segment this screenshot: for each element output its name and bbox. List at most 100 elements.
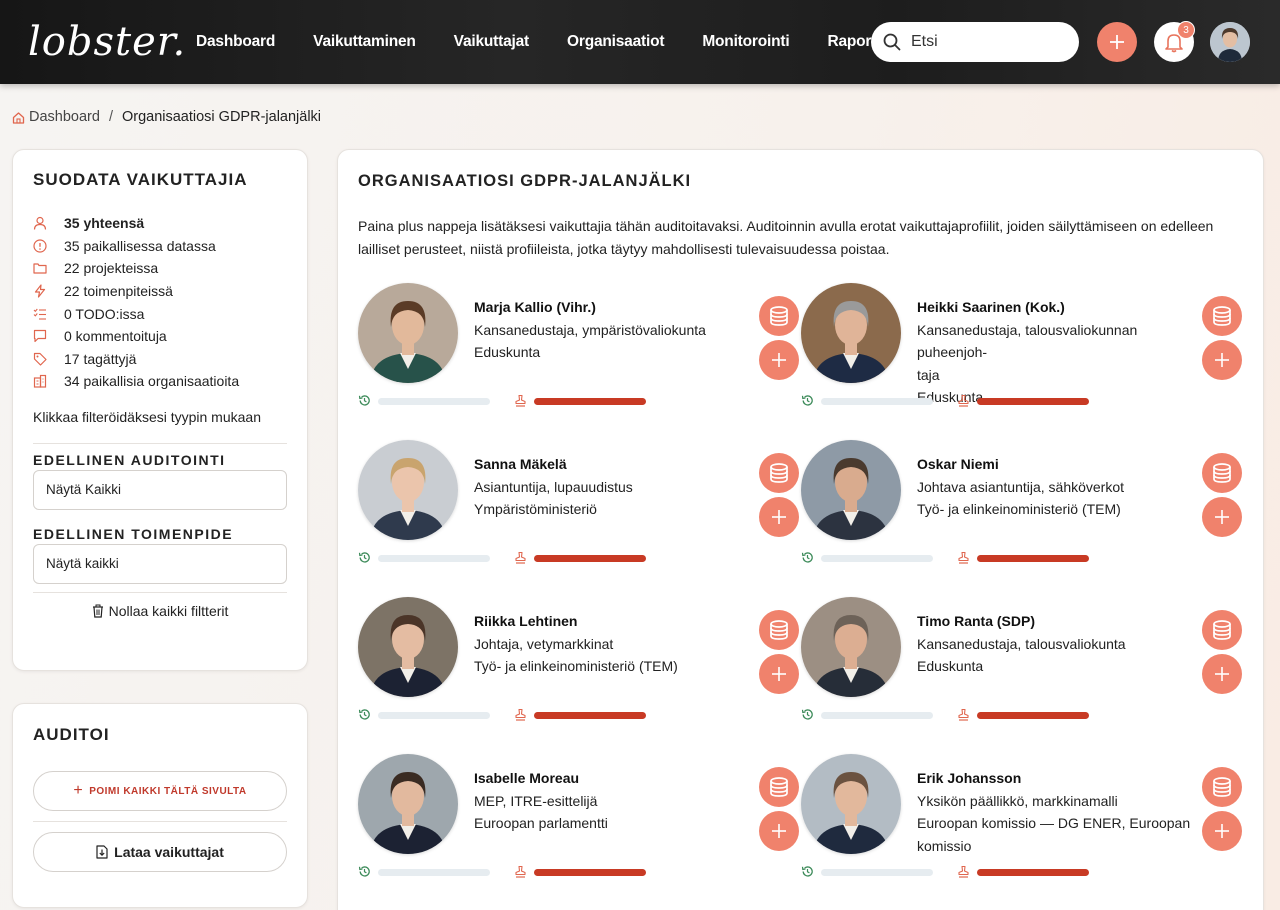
influencer-name[interactable]: Marja Kallio (Vihr.) <box>474 296 764 319</box>
influencer-name[interactable]: Oskar Niemi <box>917 453 1207 476</box>
plus-icon <box>1110 35 1124 49</box>
prev-action-select[interactable]: Näytä kaikki <box>33 543 287 584</box>
influencer-photo[interactable] <box>801 440 901 540</box>
main-panel: ORGANISAATIOSI GDPR-JALANJÄLKI Paina plu… <box>337 149 1264 910</box>
main-nav: Dashboard Vaikuttaminen Vaikuttajat Orga… <box>196 0 923 84</box>
add-to-audit-button[interactable] <box>759 654 799 694</box>
influencer-name[interactable]: Heikki Saarinen (Kok.) <box>917 296 1207 319</box>
influencer-detail: komissio <box>917 837 972 854</box>
stat-total[interactable]: 35 yhteensä <box>33 212 287 235</box>
stat-label: 0 kommentoituja <box>64 328 167 345</box>
nav-vaikuttaminen[interactable]: Vaikuttaminen <box>313 33 416 51</box>
influencer-name[interactable]: Timo Ranta (SDP) <box>917 610 1207 633</box>
download-label: Lataa vaikuttajat <box>114 844 224 860</box>
stat-projects[interactable]: 22 projekteissa <box>33 257 287 280</box>
influencer-photo[interactable] <box>801 754 901 854</box>
stamp-icon <box>957 708 970 726</box>
influencer-detail: Kansanedustaja, talousvaliokunnan puheen… <box>917 321 1138 361</box>
database-icon <box>1213 306 1231 326</box>
history-progress-bar <box>378 869 490 876</box>
stat-comments[interactable]: 0 kommentoituja <box>33 325 287 348</box>
database-button[interactable] <box>1202 610 1242 650</box>
add-button[interactable] <box>1097 22 1137 62</box>
influencer-name[interactable]: Isabelle Moreau <box>474 767 764 790</box>
breadcrumb: Dashboard / Organisaatiosi GDPR-jalanjäl… <box>12 109 321 125</box>
plus-icon: + <box>73 782 84 799</box>
database-button[interactable] <box>1202 453 1242 493</box>
stamp-icon <box>514 551 527 569</box>
influencer-photo[interactable] <box>358 440 458 540</box>
influencer-card: Sanna Mäkelä Asiantuntija, lupauudistus Y… <box>358 440 799 580</box>
user-avatar[interactable] <box>1210 22 1250 62</box>
add-to-audit-button[interactable] <box>759 497 799 537</box>
stat-actions[interactable]: 22 toimenpiteissä <box>33 280 287 303</box>
reset-filters-label: Nollaa kaikki filtterit <box>108 602 229 619</box>
filter-panel: SUODATA VAIKUTTAJIA 35 yhteensä 35 paika… <box>12 149 308 671</box>
legal-basis-bar <box>977 398 1089 405</box>
influencer-name[interactable]: Erik Johansson <box>917 767 1207 790</box>
breadcrumb-home-label: Dashboard <box>29 109 100 125</box>
database-icon <box>1213 463 1231 483</box>
search-icon <box>883 33 901 51</box>
stat-label: 0 TODO:issa <box>64 305 145 322</box>
nav-monitorointi[interactable]: Monitorointi <box>702 33 789 51</box>
influencer-photo[interactable] <box>358 283 458 383</box>
divider <box>33 591 287 593</box>
stat-todo[interactable]: 0 TODO:issa <box>33 302 287 325</box>
logo[interactable]: lobster. <box>28 16 185 68</box>
influencer-info: Isabelle Moreau MEP, ITRE-esittelijä Euro… <box>474 767 764 835</box>
add-to-audit-button[interactable] <box>1202 497 1242 537</box>
influencer-photo[interactable] <box>801 597 901 697</box>
influencer-info: Timo Ranta (SDP) Kansanedustaja, talousv… <box>917 610 1207 678</box>
database-button[interactable] <box>759 610 799 650</box>
download-influencers-button[interactable]: Lataa vaikuttajat <box>33 832 287 872</box>
stat-organisations[interactable]: 34 paikallisia organisaatioita <box>33 370 287 393</box>
breadcrumb-home[interactable]: Dashboard <box>12 109 100 125</box>
nav-vaikuttajat[interactable]: Vaikuttajat <box>454 33 530 51</box>
audit-title: AUDITOI <box>33 725 110 744</box>
add-to-audit-button[interactable] <box>759 811 799 851</box>
add-to-audit-button[interactable] <box>759 340 799 380</box>
stat-tagged[interactable]: 17 tagättyjä <box>33 348 287 371</box>
notification-badge: 3 <box>1177 21 1195 39</box>
history-progress-bar <box>821 398 933 405</box>
search-box[interactable] <box>871 22 1079 62</box>
plus-icon <box>1215 824 1229 838</box>
prev-action-label: EDELLINEN TOIMENPIDE <box>33 525 234 542</box>
add-to-audit-button[interactable] <box>1202 811 1242 851</box>
database-button[interactable] <box>1202 296 1242 336</box>
influencer-photo[interactable] <box>358 754 458 854</box>
nav-dashboard[interactable]: Dashboard <box>196 33 275 51</box>
influencer-name[interactable]: Sanna Mäkelä <box>474 453 764 476</box>
history-progress-bar <box>378 712 490 719</box>
history-progress-bar <box>378 398 490 405</box>
stat-label: 22 projekteissa <box>64 260 159 277</box>
trash-icon <box>92 604 104 618</box>
influencer-detail: Kansanedustaja, talousvaliokunta <box>917 635 1126 652</box>
pick-all-label: POIMI KAIKKI TÄLTÄ SIVULTA <box>89 785 247 797</box>
influencer-photo[interactable] <box>801 283 901 383</box>
prev-audit-select[interactable]: Näytä Kaikki <box>33 469 287 510</box>
stat-label: 22 toimenpiteissä <box>64 283 173 300</box>
database-button[interactable] <box>759 767 799 807</box>
influencer-detail: Yksikön päällikkö, markkinamalli <box>917 792 1118 809</box>
pick-all-button[interactable]: + POIMI KAIKKI TÄLTÄ SIVULTA <box>33 771 287 811</box>
search-input[interactable] <box>911 33 1061 51</box>
database-button[interactable] <box>1202 767 1242 807</box>
stamp-icon <box>957 551 970 569</box>
stat-local-data[interactable]: 35 paikallisessa datassa <box>33 235 287 258</box>
reset-filters-button[interactable]: Nollaa kaikki filtterit <box>33 603 287 619</box>
stamp-icon <box>957 394 970 412</box>
influencer-name[interactable]: Riikka Lehtinen <box>474 610 764 633</box>
status-bars <box>358 865 658 879</box>
influencer-detail: Johtava asiantuntija, sähköverkot <box>917 478 1125 495</box>
nav-organisaatiot[interactable]: Organisaatiot <box>567 33 665 51</box>
influencer-photo[interactable] <box>358 597 458 697</box>
influencer-detail: Työ- ja elinkeinoministeriö (TEM) <box>917 501 1121 517</box>
add-to-audit-button[interactable] <box>1202 654 1242 694</box>
plus-icon <box>1215 667 1229 681</box>
database-button[interactable] <box>759 296 799 336</box>
history-icon <box>801 708 814 726</box>
database-button[interactable] <box>759 453 799 493</box>
add-to-audit-button[interactable] <box>1202 340 1242 380</box>
